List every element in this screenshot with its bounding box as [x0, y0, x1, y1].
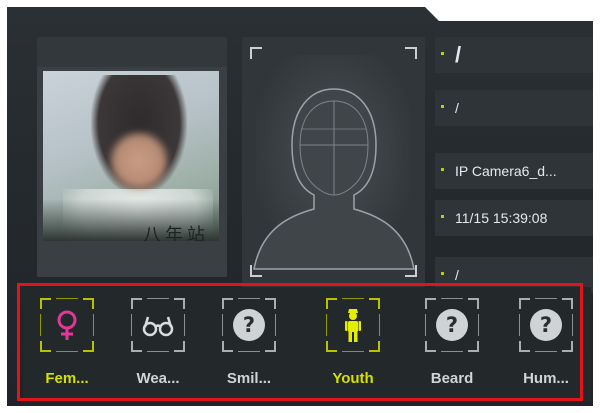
- attribute-label: Beard: [430, 370, 474, 387]
- attribute-human[interactable]: ? Hum...: [506, 298, 586, 398]
- attribute-smile[interactable]: ? Smil...: [209, 298, 289, 398]
- info-row-camera: IP Camera6_d...: [435, 153, 593, 189]
- attribute-label: Hum...: [523, 370, 569, 387]
- question-icon: ?: [530, 309, 562, 341]
- info-row-name: /: [435, 37, 593, 73]
- info-row-group: /: [435, 90, 593, 126]
- attribute-beard[interactable]: ? Beard: [412, 298, 492, 398]
- question-icon: ?: [233, 309, 265, 341]
- svg-text:?: ?: [243, 313, 255, 337]
- background-sign-text: 八年站: [143, 225, 209, 241]
- face-portrait-placeholder[interactable]: [242, 37, 425, 287]
- capture-image-panel: 八年站: [37, 37, 227, 277]
- bullet-icon: [441, 272, 444, 275]
- bullet-icon: [441, 168, 444, 171]
- attribute-glasses[interactable]: Wea...: [118, 298, 198, 398]
- svg-text:?: ?: [540, 313, 552, 337]
- blurred-face: [109, 131, 169, 191]
- svg-text:?: ?: [446, 313, 458, 337]
- attribute-label: Smil...: [226, 370, 272, 387]
- attribute-label: Fem...: [45, 370, 89, 387]
- attribute-age[interactable]: Youth: [313, 298, 393, 398]
- attribute-gender[interactable]: Fem...: [27, 298, 107, 398]
- attribute-label: Wea...: [136, 370, 180, 387]
- bullet-icon: [441, 52, 444, 55]
- person-silhouette-icon: [253, 55, 415, 270]
- female-icon: [57, 310, 77, 340]
- youth-person-icon: [345, 309, 361, 342]
- question-icon: ?: [436, 309, 468, 341]
- captured-face-photo[interactable]: 八年站: [43, 71, 219, 241]
- glasses-icon: [142, 316, 174, 337]
- bullet-icon: [441, 215, 444, 218]
- bullet-icon: [441, 105, 444, 108]
- info-row-time: 11/15 15:39:08: [435, 200, 593, 236]
- attribute-label: Youth: [332, 370, 374, 387]
